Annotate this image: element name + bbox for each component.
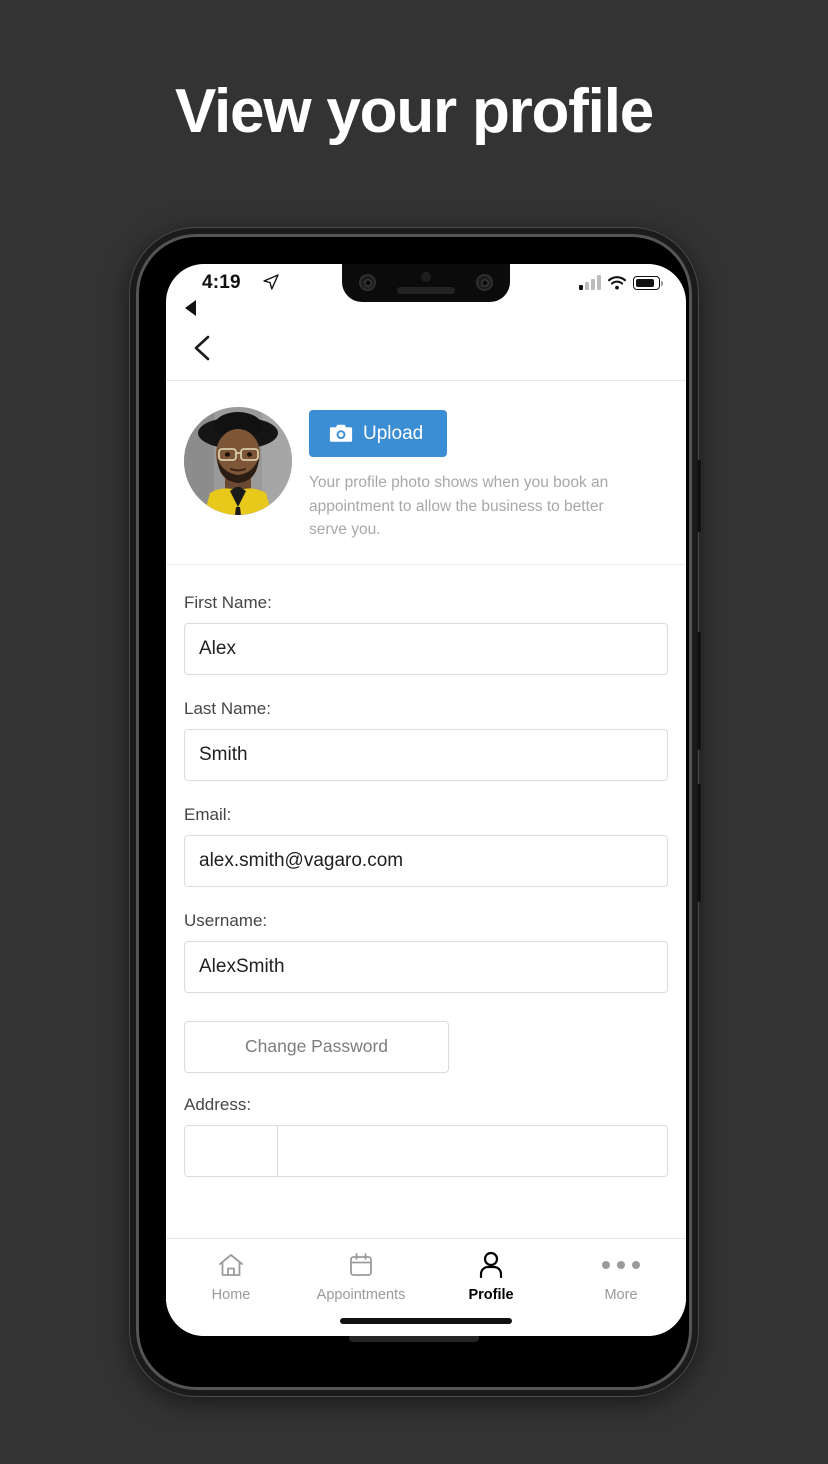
phone-bezel: 4:19 Upload Your profile photo shows whe…	[142, 240, 686, 1384]
field-group-last-name: Last Name:	[184, 699, 668, 795]
profile-photo-note: Your profile photo shows when you book a…	[309, 474, 609, 539]
tab-home-label: Home	[211, 1287, 251, 1303]
navigation-bar	[166, 320, 686, 381]
tab-profile-label: Profile	[468, 1287, 514, 1303]
email-label: Email:	[184, 804, 232, 824]
tab-appointments[interactable]: Appointments	[296, 1250, 426, 1303]
phone-mockup: 4:19 Upload Your profile photo shows whe…	[130, 228, 701, 1396]
last-name-label: Last Name:	[184, 698, 271, 718]
field-group-first-name: First Name:	[184, 593, 668, 689]
chevron-left-icon[interactable]	[188, 332, 216, 364]
location-arrow-icon	[263, 274, 279, 290]
username-label: Username:	[184, 910, 268, 930]
tab-appointments-label: Appointments	[316, 1287, 406, 1303]
address-input[interactable]	[278, 1125, 667, 1176]
person-icon	[478, 1250, 504, 1280]
home-icon	[217, 1250, 245, 1280]
field-group-username: Username:	[184, 911, 668, 1007]
address-segment-input[interactable]	[185, 1125, 278, 1176]
earpiece-speaker-icon	[397, 287, 455, 294]
profile-photo-info: Upload Your profile photo shows when you…	[292, 407, 668, 542]
first-name-input[interactable]	[184, 622, 668, 675]
email-input[interactable]	[184, 834, 668, 887]
change-password-button[interactable]: Change Password	[184, 1020, 449, 1073]
tab-more[interactable]: More	[556, 1250, 686, 1303]
wifi-icon	[607, 276, 627, 290]
tab-home[interactable]: Home	[166, 1250, 296, 1303]
tab-more-label: More	[604, 1287, 638, 1303]
tab-profile[interactable]: Profile	[426, 1250, 556, 1303]
home-indicator[interactable]	[340, 1318, 512, 1324]
camera-icon	[329, 424, 353, 442]
address-input-row	[184, 1124, 668, 1177]
avatar-image	[184, 407, 292, 515]
signal-bars-icon	[579, 275, 601, 290]
field-group-address: Address:	[184, 1095, 668, 1177]
front-camera-left-icon	[359, 274, 376, 291]
phone-screen: 4:19 Upload Your profile photo shows whe…	[166, 264, 686, 1336]
phone-notch	[342, 264, 510, 302]
calendar-icon	[348, 1250, 374, 1280]
sensor-dot-icon	[421, 272, 431, 282]
username-input[interactable]	[184, 940, 668, 993]
first-name-label: First Name:	[184, 592, 272, 612]
address-label: Address:	[184, 1094, 252, 1114]
page-title: View your profile	[174, 77, 654, 146]
profile-content: Upload Your profile photo shows when you…	[166, 381, 686, 1238]
status-bar-time: 4:19	[202, 272, 241, 293]
avatar[interactable]	[184, 407, 292, 515]
upload-button[interactable]: Upload	[309, 410, 448, 457]
phone-volume-up-button	[697, 632, 701, 750]
back-triangle-icon[interactable]	[185, 300, 196, 316]
battery-icon	[633, 276, 663, 290]
profile-form: First Name: Last Name: Email: Username:	[166, 565, 686, 1177]
upload-button-label: Upload	[363, 422, 424, 444]
status-bar-indicators	[579, 275, 663, 290]
profile-photo-section: Upload Your profile photo shows when you…	[166, 381, 686, 565]
ellipsis-icon	[602, 1250, 640, 1280]
phone-mute-switch	[697, 460, 701, 532]
phone-power-button	[697, 784, 701, 902]
field-group-email: Email:	[184, 805, 668, 901]
last-name-input[interactable]	[184, 728, 668, 781]
front-camera-right-icon	[476, 274, 493, 291]
